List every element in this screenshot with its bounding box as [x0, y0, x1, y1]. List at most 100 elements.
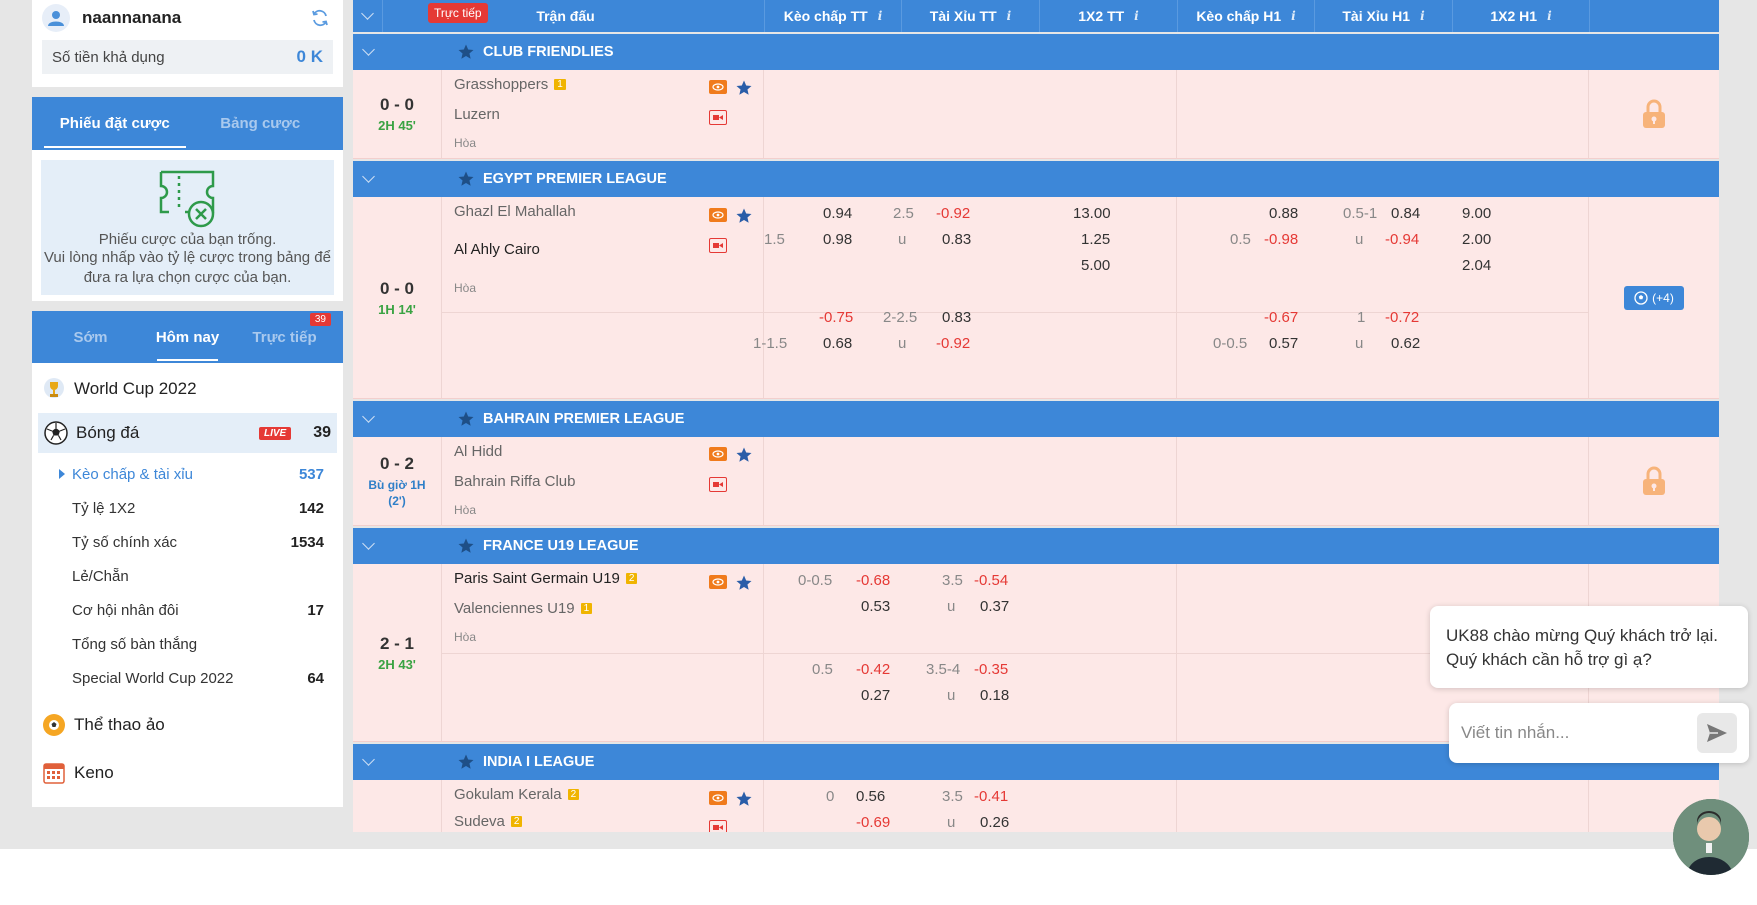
watch-icon[interactable] [709, 575, 727, 589]
info-icon[interactable]: i [1291, 9, 1296, 23]
live-filter-button[interactable]: Trực tiếp [428, 3, 488, 23]
info-icon[interactable]: i [1007, 9, 1012, 23]
tab-early[interactable]: Sớm [42, 311, 139, 363]
odds-value[interactable]: -0.35 [974, 661, 1008, 678]
league-header[interactable]: BAHRAIN PREMIER LEAGUE [353, 401, 1719, 437]
odds-value[interactable]: 0.88 [1269, 205, 1298, 222]
league-header[interactable]: FRANCE U19 LEAGUE [353, 528, 1719, 564]
home-team[interactable]: Gokulam Kerala 2 [454, 786, 580, 803]
sub-item-correct-score[interactable]: Tỷ số chính xác 1534 [32, 525, 343, 559]
sub-item-double-chance[interactable]: Cơ hội nhân đôi 17 [32, 593, 343, 627]
odds-value[interactable]: 0.57 [1269, 335, 1298, 352]
chat-message-input[interactable] [1461, 723, 1697, 743]
sport-item-keno[interactable]: Keno [32, 749, 343, 797]
odds-value[interactable]: 1.25 [1081, 231, 1110, 248]
tab-today[interactable]: Hôm nay [139, 311, 236, 363]
favorite-star-icon[interactable] [735, 207, 753, 225]
away-team[interactable]: Bahrain Riffa Club [454, 473, 575, 490]
home-team[interactable]: Al Hidd [454, 443, 502, 460]
odds-value[interactable]: -0.41 [974, 788, 1008, 805]
star-icon[interactable] [457, 43, 475, 61]
sub-item-total-goals[interactable]: Tổng số bàn thắng [32, 627, 343, 661]
watch-icon[interactable] [709, 208, 727, 222]
send-button[interactable] [1697, 713, 1737, 753]
watch-icon[interactable] [709, 447, 727, 461]
tab-live[interactable]: Trực tiếp 39 [236, 311, 333, 363]
league-header[interactable]: EGYPT PREMIER LEAGUE [353, 161, 1719, 197]
odds-value[interactable]: -0.92 [936, 335, 970, 352]
video-stream-icon[interactable] [709, 238, 727, 253]
sub-item-1x2[interactable]: Tỷ lệ 1X2 142 [32, 491, 343, 525]
tab-bet-slip[interactable]: Phiếu đặt cược [42, 97, 188, 150]
sub-item-odd-even[interactable]: Lẻ/Chẵn [32, 559, 343, 593]
odds-value[interactable]: -0.68 [856, 572, 890, 589]
odds-value[interactable]: -0.72 [1385, 309, 1419, 326]
sub-item-special-world-cup[interactable]: Special World Cup 2022 64 [32, 661, 343, 695]
support-agent-avatar[interactable] [1673, 799, 1749, 875]
home-team[interactable]: Paris Saint Germain U19 2 [454, 570, 638, 587]
chevron-down-icon[interactable] [361, 43, 375, 56]
odds-value[interactable]: 5.00 [1081, 257, 1110, 274]
odds-value[interactable]: -0.94 [1385, 231, 1419, 248]
favorite-star-icon[interactable] [735, 790, 753, 808]
odds-value[interactable]: 0.98 [823, 231, 852, 248]
chevron-down-icon[interactable] [361, 410, 375, 423]
star-icon[interactable] [457, 410, 475, 428]
video-stream-icon[interactable] [709, 110, 727, 125]
favorite-star-icon[interactable] [735, 574, 753, 592]
star-icon[interactable] [457, 753, 475, 771]
home-team[interactable]: Grasshoppers 1 [454, 76, 566, 93]
watch-icon[interactable] [709, 791, 727, 805]
chevron-down-icon[interactable] [361, 753, 375, 766]
odds-value[interactable]: 13.00 [1073, 205, 1111, 222]
odds-value[interactable]: 0.83 [942, 309, 971, 326]
favorite-star-icon[interactable] [735, 446, 753, 464]
tab-bet-list[interactable]: Bảng cược [188, 97, 334, 150]
info-icon[interactable]: i [1420, 9, 1425, 23]
odds-value[interactable]: 0.84 [1391, 205, 1420, 222]
odds-value[interactable]: -0.42 [856, 661, 890, 678]
watch-icon[interactable] [709, 80, 727, 94]
odds-value[interactable]: 0.26 [980, 814, 1009, 831]
odds-value[interactable]: 0.83 [942, 231, 971, 248]
odds-value[interactable]: 9.00 [1462, 205, 1491, 222]
sport-item-world-cup[interactable]: World Cup 2022 [32, 365, 343, 413]
odds-value[interactable]: 0.18 [980, 687, 1009, 704]
odds-value[interactable]: 0.37 [980, 598, 1009, 615]
odds-value[interactable]: -0.92 [936, 205, 970, 222]
chevron-down-icon[interactable] [361, 537, 375, 550]
video-stream-icon[interactable] [709, 820, 727, 832]
league-header[interactable]: CLUB FRIENDLIES [353, 34, 1719, 70]
odds-value[interactable]: -0.54 [974, 572, 1008, 589]
home-team[interactable]: Ghazl El Mahallah [454, 203, 576, 220]
away-team[interactable]: Valenciennes U19 1 [454, 600, 593, 617]
odds-value[interactable]: 2.00 [1462, 231, 1491, 248]
odds-value[interactable]: 0.53 [861, 598, 890, 615]
odds-value[interactable]: 0.27 [861, 687, 890, 704]
sport-item-football[interactable]: Bóng đá LIVE 39 [38, 413, 337, 453]
favorite-star-icon[interactable] [735, 79, 753, 97]
info-icon[interactable]: i [1134, 9, 1139, 23]
star-icon[interactable] [457, 170, 475, 188]
info-icon[interactable]: i [878, 9, 883, 23]
info-icon[interactable]: i [1547, 9, 1552, 23]
refresh-icon[interactable] [307, 5, 333, 31]
away-team[interactable]: Al Ahly Cairo [454, 241, 540, 258]
chevron-down-icon[interactable] [361, 170, 375, 183]
star-icon[interactable] [457, 537, 475, 555]
sport-item-virtual[interactable]: Thể thao ảo [32, 701, 343, 749]
sub-item-handicap-ou[interactable]: Kèo chấp & tài xỉu 537 [32, 457, 343, 491]
away-team[interactable]: Luzern [454, 106, 500, 123]
odds-value[interactable]: -0.75 [819, 309, 853, 326]
collapse-all-button[interactable] [353, 0, 383, 32]
odds-value[interactable]: 0.68 [823, 335, 852, 352]
odds-value[interactable]: 0.56 [856, 788, 885, 805]
odds-value[interactable]: 0.62 [1391, 335, 1420, 352]
video-stream-icon[interactable] [709, 477, 727, 492]
away-team[interactable]: Sudeva 2 [454, 813, 523, 830]
odds-value[interactable]: 2.04 [1462, 257, 1491, 274]
odds-value[interactable]: 0.94 [823, 205, 852, 222]
odds-value[interactable]: -0.98 [1264, 231, 1298, 248]
odds-value[interactable]: -0.69 [856, 814, 890, 831]
odds-value[interactable]: -0.67 [1264, 309, 1298, 326]
